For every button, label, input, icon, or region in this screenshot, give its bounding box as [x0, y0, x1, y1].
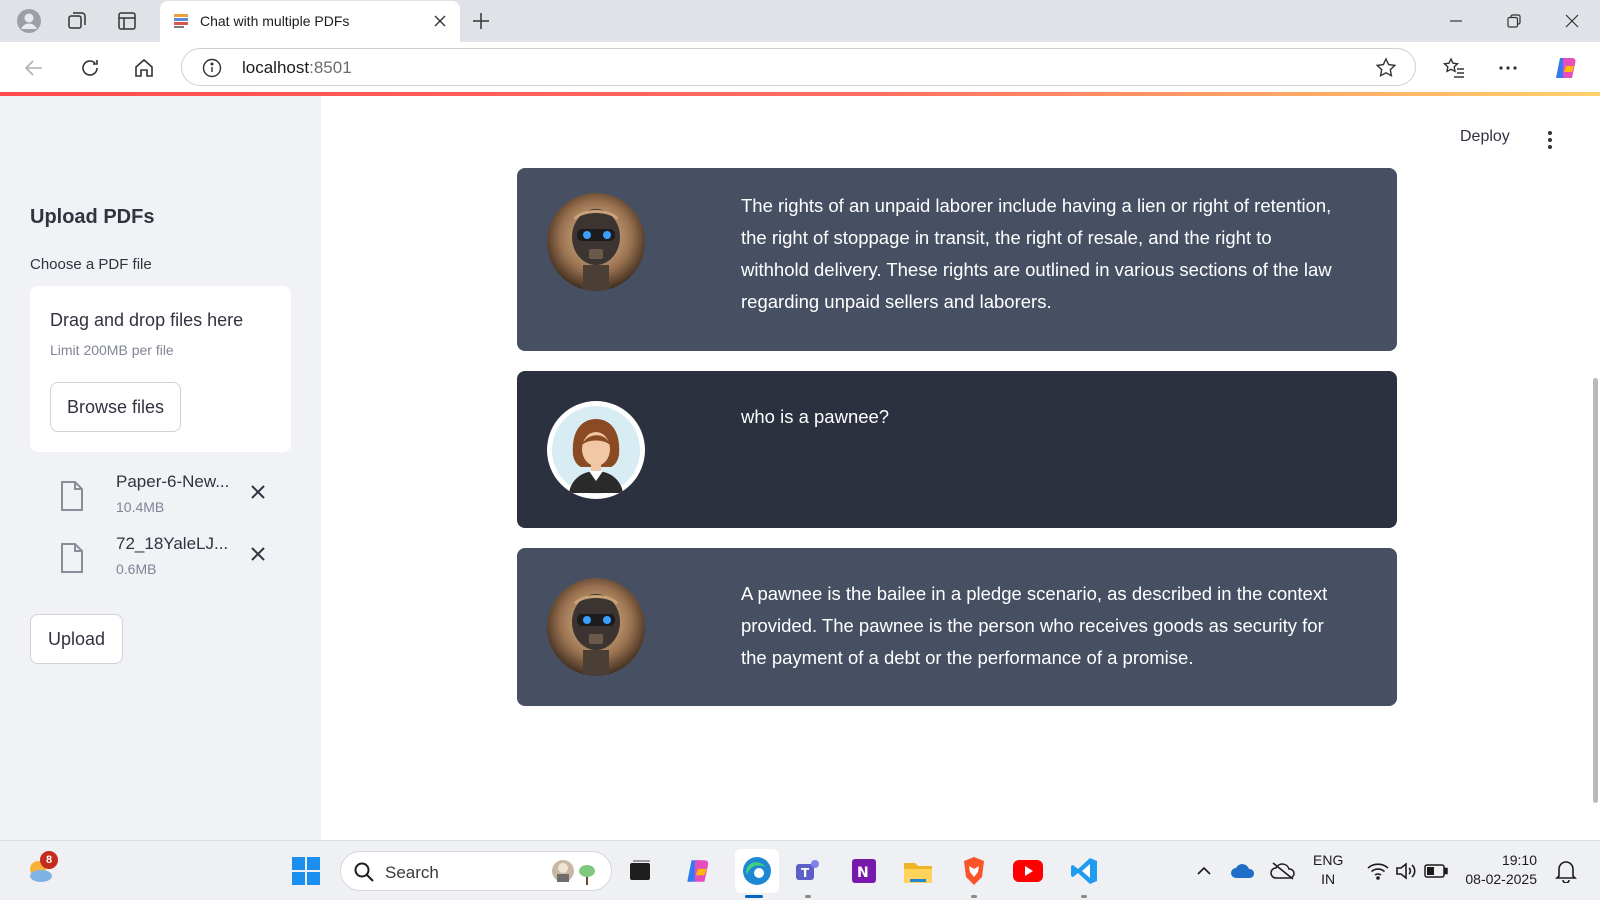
- url-port: :8501: [309, 58, 352, 77]
- upload-button[interactable]: Upload: [30, 614, 123, 664]
- weather-badge: 8: [40, 851, 58, 869]
- running-indicator: [1081, 895, 1087, 898]
- message-text: A pawnee is the bailee in a pledge scena…: [741, 583, 1328, 668]
- dropzone-limit: Limit 200MB per file: [50, 342, 174, 358]
- search-placeholder: Search: [385, 863, 439, 882]
- refresh-icon[interactable]: [74, 52, 106, 84]
- taskbar-search[interactable]: Search: [340, 851, 612, 891]
- remove-file-icon[interactable]: [246, 542, 270, 566]
- home-icon[interactable]: [128, 52, 160, 84]
- minimize-icon[interactable]: [1436, 6, 1476, 36]
- clock[interactable]: 19:10 08-02-2025: [1463, 851, 1537, 889]
- file-icon: [58, 542, 86, 579]
- chevron-up-icon[interactable]: [1186, 853, 1222, 889]
- brave-icon[interactable]: [956, 853, 992, 889]
- active-app-indicator: [745, 895, 763, 898]
- onenote-icon[interactable]: N: [846, 853, 882, 889]
- message-text: who is a pawnee?: [741, 406, 890, 427]
- vscode-icon[interactable]: [1066, 853, 1102, 889]
- file-name: 72_18YaleLJ...: [116, 534, 229, 553]
- file-size: 0.6MB: [116, 561, 157, 577]
- file-dropzone[interactable]: Drag and drop files here Limit 200MB per…: [30, 286, 291, 452]
- profile-icon[interactable]: [14, 6, 44, 36]
- browser-tab-bar: Chat with multiple PDFs: [0, 0, 1600, 42]
- running-indicator: [805, 895, 811, 898]
- pdf-favicon: [172, 12, 190, 35]
- chat-message-bot: A pawnee is the bailee in a pledge scena…: [517, 548, 1397, 706]
- svg-text:T: T: [801, 866, 810, 880]
- task-view-icon[interactable]: [622, 853, 658, 889]
- youtube-icon[interactable]: [1010, 853, 1046, 889]
- scrollbar[interactable]: [1593, 378, 1598, 803]
- clock-time: 19:10: [1501, 852, 1537, 868]
- chat-message-user: who is a pawnee?: [517, 371, 1397, 528]
- tab-actions-icon[interactable]: [112, 6, 142, 36]
- close-window-icon[interactable]: [1552, 6, 1592, 36]
- clock-date: 08-02-2025: [1465, 871, 1537, 887]
- browser-tab-active[interactable]: Chat with multiple PDFs: [160, 1, 460, 42]
- svg-text:N: N: [857, 865, 869, 881]
- file-size: 10.4MB: [116, 499, 165, 515]
- restore-icon[interactable]: [1494, 6, 1534, 36]
- language-code: ENG: [1313, 852, 1344, 868]
- url-host: localhost: [242, 58, 310, 77]
- battery-icon[interactable]: [1418, 853, 1454, 889]
- info-icon[interactable]: [202, 58, 222, 83]
- teams-icon[interactable]: T: [790, 853, 826, 889]
- sidebar-title: Upload PDFs: [30, 206, 155, 228]
- woman-avatar: [547, 401, 645, 499]
- back-icon[interactable]: [18, 52, 50, 84]
- file-uploader-label: Choose a PDF file: [30, 256, 152, 273]
- taskbar: 8 Search T N ENG IN 19:10 08-02-2025: [0, 840, 1600, 900]
- chat-message-bot: The rights of an unpaid laborer include …: [517, 168, 1397, 351]
- robot-avatar: [547, 193, 645, 291]
- notification-icon[interactable]: [1548, 853, 1584, 889]
- close-icon[interactable]: [430, 11, 450, 31]
- copilot-taskbar-icon[interactable]: [680, 853, 716, 889]
- cloud-off-icon[interactable]: [1265, 853, 1301, 889]
- url-text: localhost:8501: [242, 58, 352, 78]
- language-region: IN: [1321, 871, 1336, 887]
- language-indicator[interactable]: ENG IN: [1313, 851, 1343, 889]
- address-bar: localhost:8501: [0, 42, 1600, 92]
- search-highlight-icon: [549, 857, 601, 892]
- running-indicator: [971, 895, 977, 898]
- favorites-icon[interactable]: [1438, 52, 1470, 84]
- copilot-icon[interactable]: [1550, 52, 1582, 84]
- uploaded-file-item: 72_18YaleLJ... 0.6MB: [58, 534, 288, 584]
- collections-icon[interactable]: [62, 6, 92, 36]
- file-icon: [58, 480, 86, 517]
- robot-avatar: [547, 578, 645, 676]
- browse-files-button[interactable]: Browse files: [50, 382, 181, 432]
- message-text: The rights of an unpaid laborer include …: [741, 195, 1332, 312]
- edge-icon[interactable]: [735, 849, 779, 893]
- uploaded-file-item: Paper-6-New... 10.4MB: [58, 472, 288, 522]
- star-icon[interactable]: [1375, 57, 1397, 84]
- onedrive-icon[interactable]: [1225, 853, 1261, 889]
- folder-icon[interactable]: [900, 853, 936, 889]
- url-field[interactable]: localhost:8501: [181, 48, 1416, 86]
- main-menu-icon[interactable]: [1540, 128, 1560, 152]
- plus-icon[interactable]: [466, 6, 496, 36]
- remove-file-icon[interactable]: [246, 480, 270, 504]
- tab-title: Chat with multiple PDFs: [200, 13, 350, 29]
- file-name: Paper-6-New...: [116, 472, 230, 491]
- deploy-button[interactable]: Deploy: [1460, 128, 1510, 146]
- windows-icon[interactable]: [288, 853, 324, 889]
- dropzone-title: Drag and drop files here: [50, 310, 244, 330]
- search-icon: [353, 861, 375, 888]
- more-icon[interactable]: [1492, 52, 1524, 84]
